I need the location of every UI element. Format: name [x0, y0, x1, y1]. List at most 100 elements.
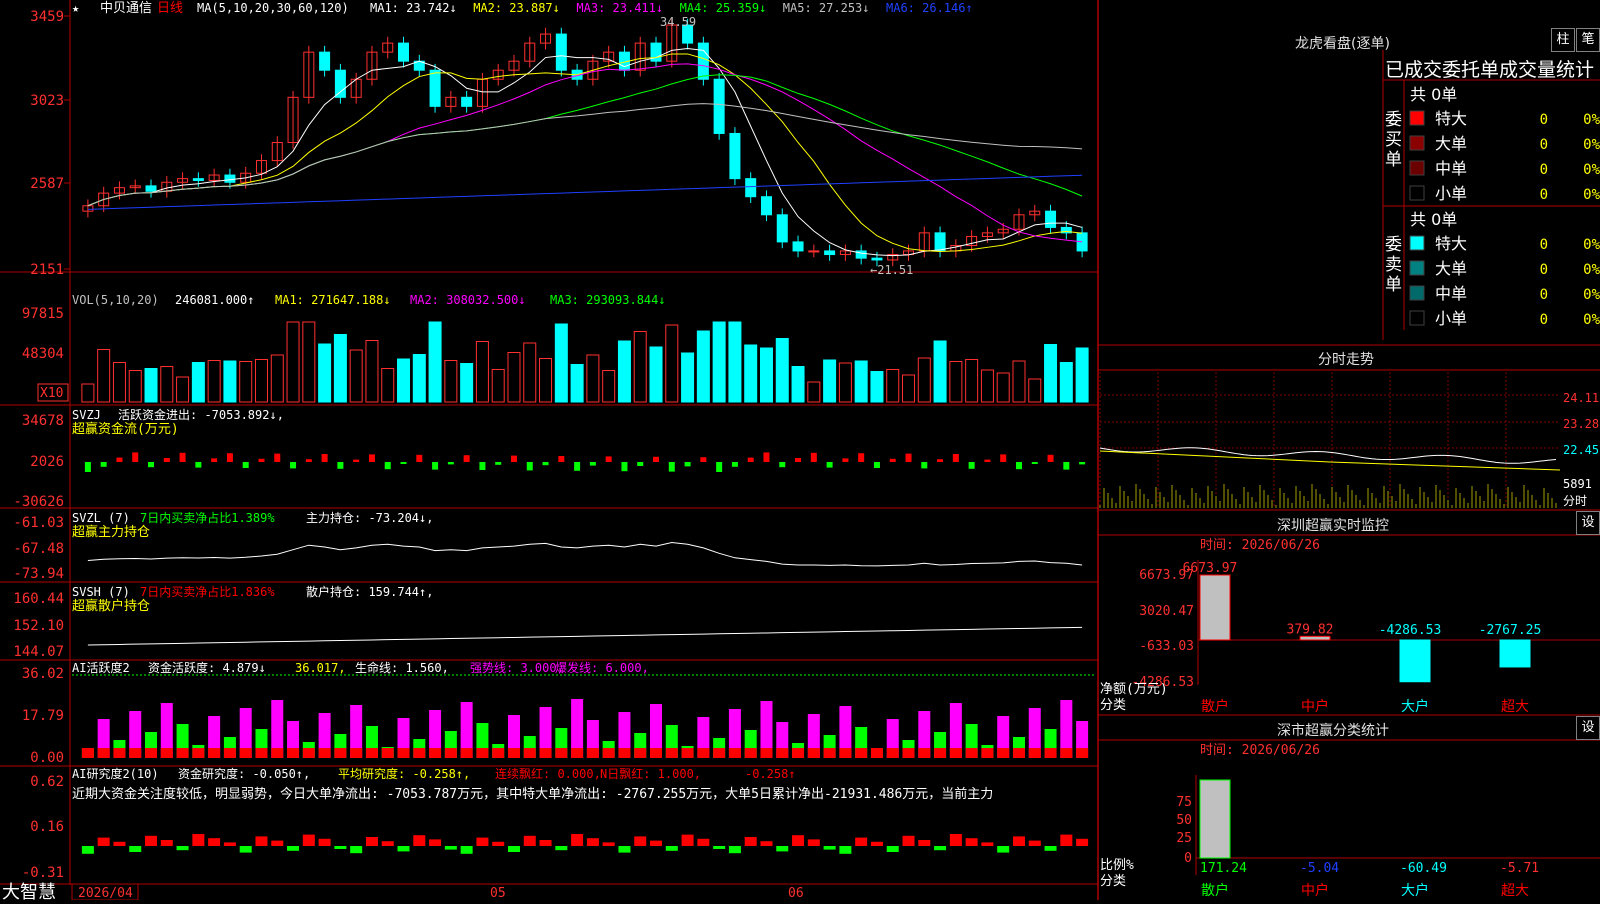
- volume-bar: [507, 352, 521, 403]
- tick-mode-button[interactable]: 笔: [1576, 28, 1600, 52]
- bar-mode-button[interactable]: 柱: [1551, 28, 1575, 52]
- research-bar: [239, 846, 252, 853]
- activity-base: [902, 748, 915, 758]
- candle-body: [760, 196, 772, 216]
- candle-body: [398, 42, 410, 62]
- sz-monitor-category: 中户: [1301, 698, 1329, 715]
- svzj-label: SVZJ: [72, 408, 101, 422]
- research-bar: [255, 836, 268, 846]
- ma-line-5: [87, 103, 1083, 207]
- activity-base: [492, 748, 505, 758]
- research-bar: [792, 835, 805, 846]
- sz-monitor-tick-label: -633.03: [1139, 639, 1194, 654]
- flow-bar: [274, 453, 281, 462]
- dragon-title: 龙虎看盘(逐单): [1295, 36, 1390, 52]
- svzj-tick-label: 34678: [22, 413, 64, 429]
- flow-bar: [889, 458, 896, 462]
- research-bar: [208, 838, 221, 846]
- flow-bar: [858, 453, 865, 462]
- sz-monitor-value: 6673.97: [1183, 561, 1238, 576]
- activity-base: [97, 748, 110, 758]
- date-tick-label: 06: [788, 886, 804, 900]
- ai2-d: 强势线: 3.000,: [470, 661, 564, 675]
- flow-bar: [479, 462, 486, 470]
- volume-bar: [412, 354, 426, 403]
- ai2-a: 资金活跃度: 4.879↓: [148, 660, 266, 675]
- sz-monitor-value: -4286.53: [1379, 623, 1442, 638]
- sell-row-value: 0: [1540, 262, 1548, 278]
- sell-row-name: 特大: [1435, 234, 1467, 253]
- flow-bar: [368, 454, 375, 462]
- candle-body: [729, 132, 741, 180]
- buy-row-name: 大单: [1435, 134, 1467, 153]
- volume-bar: [617, 340, 631, 403]
- activity-base: [634, 748, 647, 758]
- intraday-tick-label: 22.45: [1563, 443, 1599, 457]
- volume-bar: [381, 368, 395, 403]
- air-c: 连续飘红: 0.000,: [495, 766, 601, 781]
- activity-base: [870, 748, 883, 758]
- flow-bar: [842, 458, 849, 462]
- research-bar: [287, 846, 300, 851]
- research-bar: [1044, 846, 1057, 851]
- volume-bar: [444, 360, 458, 403]
- flow-bar: [179, 452, 186, 462]
- ma-params: MA(5,10,20,30,60,120): [197, 1, 349, 15]
- volume-bar: [807, 381, 821, 403]
- sell-row-swatch: [1409, 310, 1425, 326]
- volume-bar: [254, 359, 268, 403]
- candle-body: [334, 69, 346, 98]
- flow-bar: [432, 462, 439, 470]
- flow-bar: [416, 454, 423, 462]
- sell-row-name: 中单: [1435, 284, 1467, 303]
- activity-base: [571, 748, 584, 758]
- research-bar: [460, 846, 473, 854]
- activity-base: [397, 748, 410, 758]
- candle-body: [429, 69, 441, 107]
- candle-body: [808, 250, 820, 253]
- activity-base: [965, 748, 978, 758]
- flow-bar: [163, 458, 170, 462]
- activity-base: [160, 748, 173, 758]
- vol-tick-label: 97815: [22, 306, 64, 322]
- research-bar: [870, 841, 883, 846]
- research-bar: [555, 846, 568, 851]
- activity-base: [618, 748, 631, 758]
- volume-bar: [160, 366, 174, 403]
- activity-base: [665, 748, 678, 758]
- research-bar: [1060, 834, 1073, 846]
- sz-stats-tick-label: 0: [1184, 851, 1192, 866]
- activity-base: [302, 748, 315, 758]
- volume-bar: [428, 321, 442, 403]
- ai2-label: AI活跃度2: [72, 660, 130, 675]
- main-chart-canvas[interactable]: 3459 3023 2587 2151 ★ 中贝通信 日线 MA(5,10,20,30,60,…: [0, 0, 1600, 900]
- activity-base: [792, 748, 805, 758]
- buy-total: 共 0单: [1410, 85, 1458, 104]
- activity-base: [271, 748, 284, 758]
- activity-base: [586, 748, 599, 758]
- activity-base: [1060, 748, 1073, 758]
- stock-name: 中贝通信: [100, 1, 152, 16]
- flow-bar: [968, 462, 975, 469]
- candle-body: [697, 42, 709, 80]
- candle-body: [776, 214, 788, 243]
- volume-bar: [286, 321, 300, 403]
- svzl-label: SVZL (7): [72, 511, 130, 525]
- flow-bar: [195, 462, 202, 468]
- sell-row-pct: 0%: [1583, 312, 1600, 328]
- flow-bar: [621, 462, 628, 472]
- activity-base: [129, 748, 142, 758]
- price-tick-label: 3459: [30, 9, 64, 25]
- volume-bar: [349, 349, 363, 403]
- svsh-tick-label: 152.10: [13, 618, 64, 634]
- activity-base: [886, 748, 899, 758]
- svzj-sub: 超赢资金流(万元): [72, 421, 179, 437]
- volume-bar: [759, 347, 773, 403]
- price-tick-label: 2587: [30, 176, 64, 192]
- sz-monitor-settings-button[interactable]: 设: [1576, 511, 1600, 535]
- research-bar: [934, 846, 947, 851]
- activity-base: [839, 748, 852, 758]
- sz-stats-settings-button[interactable]: 设: [1576, 716, 1600, 740]
- research-bar: [713, 846, 726, 849]
- sz-stats-bar: [1199, 779, 1231, 859]
